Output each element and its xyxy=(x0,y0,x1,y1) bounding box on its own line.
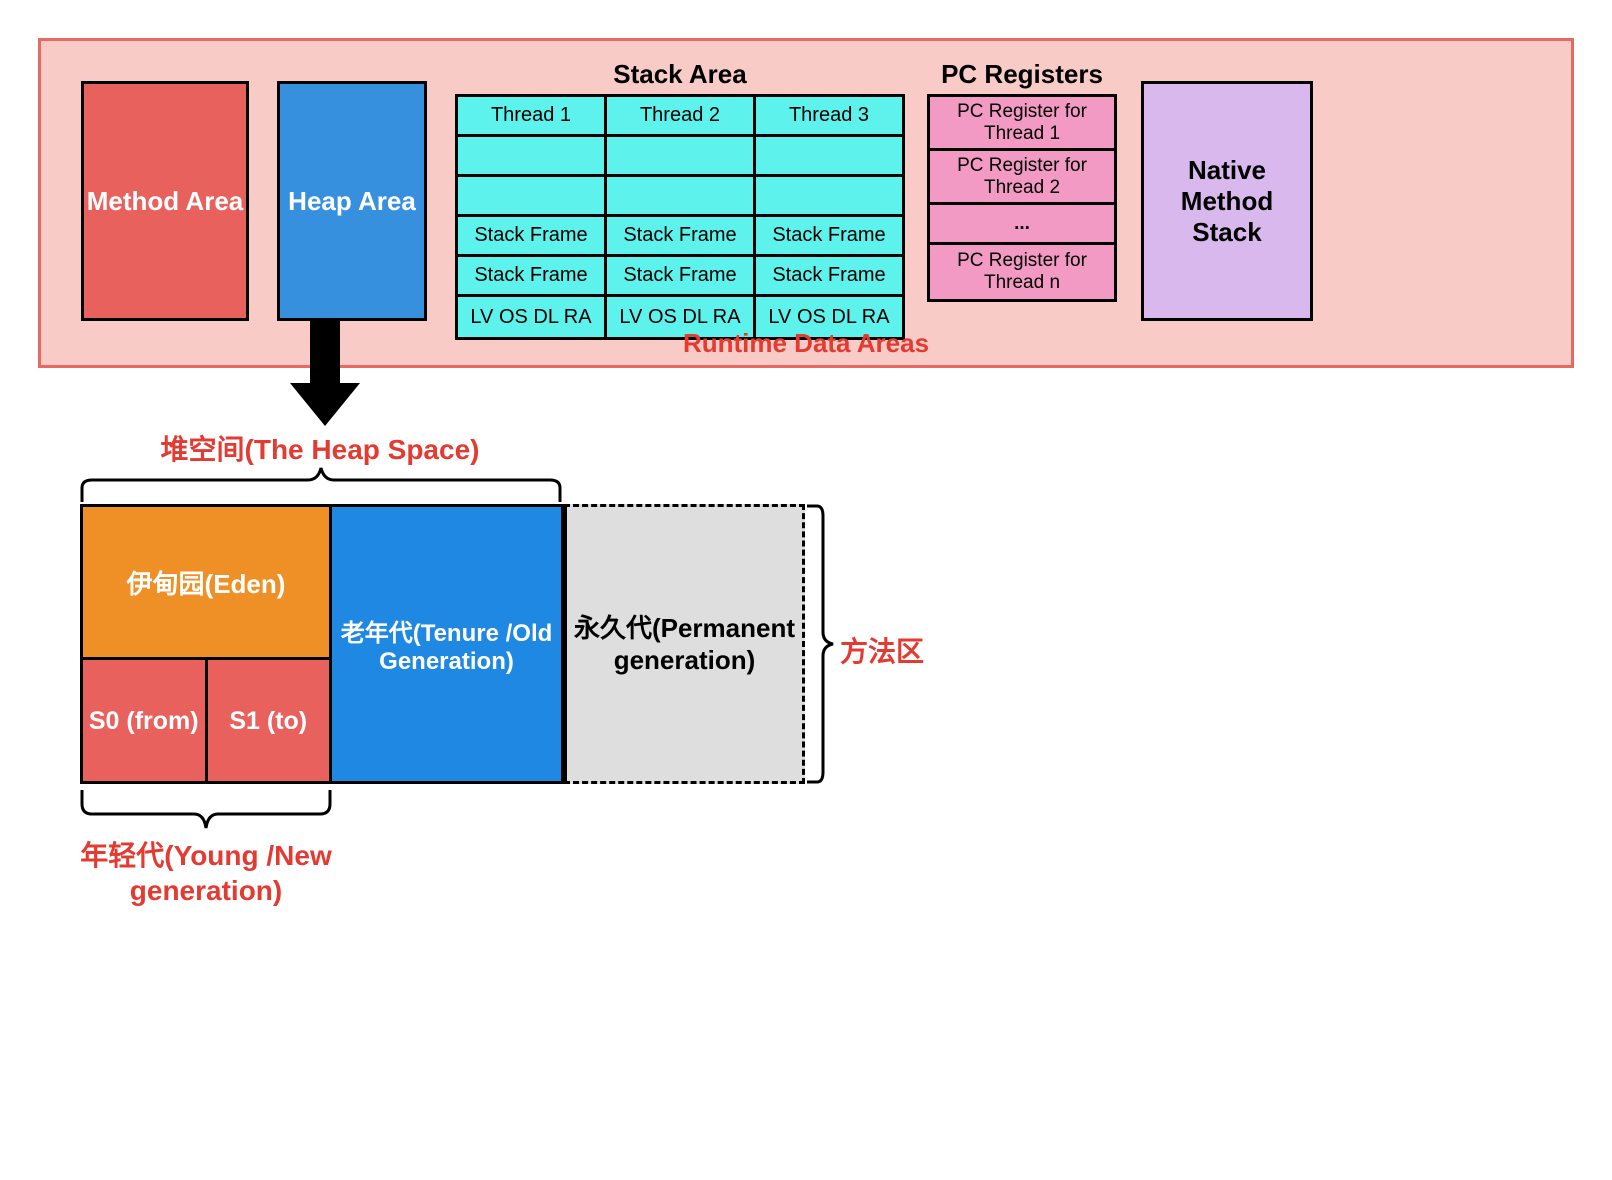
permanent-generation-block: 永久代(Permanent generation) xyxy=(564,504,805,784)
stack-frame-cell: Stack Frame xyxy=(607,257,753,297)
old-generation-block: 老年代(Tenure /Old Generation) xyxy=(332,504,564,784)
heap-blocks: 伊甸园(Eden) S0 (from) S1 (to) 老年代(Tenure /… xyxy=(80,504,805,784)
arrow-down-icon xyxy=(290,318,360,433)
stack-cell-empty xyxy=(756,137,902,177)
pc-registers-title: PC Registers xyxy=(927,59,1117,90)
young-generation-label: 年轻代(Young /New generation) xyxy=(80,838,332,908)
stack-grid: Thread 1 Stack Frame Stack Frame LV OS D… xyxy=(455,94,905,340)
stack-area-title: Stack Area xyxy=(455,59,905,90)
stack-cell-empty xyxy=(607,137,753,177)
pc-registers-section: PC Registers PC Register for Thread 1 PC… xyxy=(927,59,1117,302)
stack-cell-empty xyxy=(458,137,604,177)
pc-register-thread-1: PC Register for Thread 1 xyxy=(930,97,1114,151)
heap-space-label: 堆空间(The Heap Space) xyxy=(80,428,560,468)
thread-2-header: Thread 2 xyxy=(607,97,753,137)
thread-2-column: Thread 2 Stack Frame Stack Frame LV OS D… xyxy=(604,94,756,340)
method-area-block: Method Area xyxy=(81,81,249,321)
native-method-stack-block: Native Method Stack xyxy=(1141,81,1313,321)
stack-cell-empty xyxy=(607,177,753,217)
heap-top-brace-icon xyxy=(80,466,562,504)
s0-from-block: S0 (from) xyxy=(80,660,208,784)
method-area-label: 方法区 xyxy=(840,630,924,670)
runtime-data-areas-title: Runtime Data Areas xyxy=(41,328,1571,359)
young-bottom-brace-icon xyxy=(80,788,332,832)
survivor-row: S0 (from) S1 (to) xyxy=(80,660,332,784)
stack-frame-cell: Stack Frame xyxy=(607,217,753,257)
thread-1-header: Thread 1 xyxy=(458,97,604,137)
pc-grid: PC Register for Thread 1 PC Register for… xyxy=(927,94,1117,302)
young-generation-column: 伊甸园(Eden) S0 (from) S1 (to) xyxy=(80,504,332,784)
thread-3-header: Thread 3 xyxy=(756,97,902,137)
runtime-data-areas-container: Method Area Heap Area Stack Area Thread … xyxy=(38,38,1574,368)
eden-block: 伊甸园(Eden) xyxy=(80,504,332,660)
heap-area-block: Heap Area xyxy=(277,81,427,321)
stack-frame-cell: Stack Frame xyxy=(756,257,902,297)
right-brace-icon xyxy=(805,504,835,784)
pc-register-ellipsis: ... xyxy=(930,205,1114,245)
stack-frame-cell: Stack Frame xyxy=(458,217,604,257)
s1-to-block: S1 (to) xyxy=(208,660,333,784)
stack-frame-cell: Stack Frame xyxy=(756,217,902,257)
pc-register-thread-n: PC Register for Thread n xyxy=(930,245,1114,299)
thread-1-column: Thread 1 Stack Frame Stack Frame LV OS D… xyxy=(455,94,607,340)
thread-3-column: Thread 3 Stack Frame Stack Frame LV OS D… xyxy=(753,94,905,340)
pc-register-thread-2: PC Register for Thread 2 xyxy=(930,151,1114,205)
stack-area-section: Stack Area Thread 1 Stack Frame Stack Fr… xyxy=(455,59,905,340)
stack-frame-cell: Stack Frame xyxy=(458,257,604,297)
stack-cell-empty xyxy=(458,177,604,217)
stack-cell-empty xyxy=(756,177,902,217)
